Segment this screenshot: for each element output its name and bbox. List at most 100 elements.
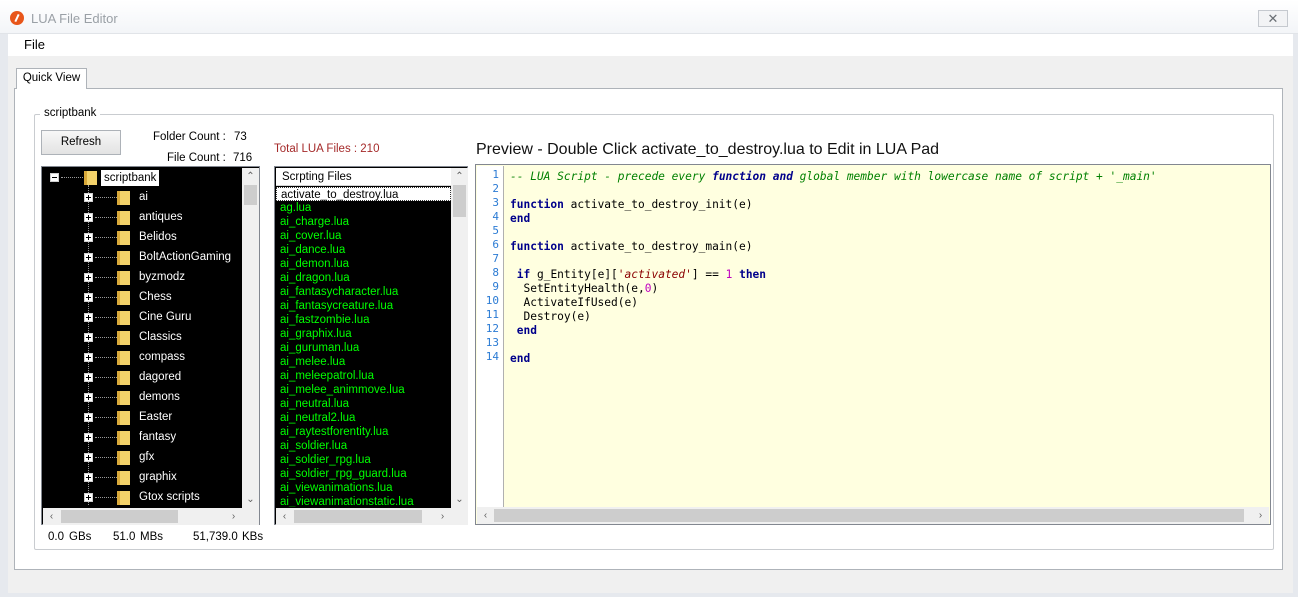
file-list-item[interactable]: ai_soldier_rpg_guard.lua [276,467,451,481]
tree-item[interactable]: Easter [43,408,242,428]
file-list[interactable]: activate_to_destroy.lua ag.lua ai_charge.l… [276,187,451,507]
tree-item[interactable]: BoltActionGaming [43,248,242,268]
close-button[interactable]: ✕ [1258,10,1288,27]
tree-item[interactable]: compass [43,348,242,368]
code-token: ] == [691,268,726,281]
tree-item[interactable]: Chess [43,288,242,308]
folder-icon [117,471,130,485]
tree-item[interactable]: Classics [43,328,242,348]
tree-item[interactable]: Belidos [43,228,242,248]
tree-connector [95,237,117,238]
scroll-right-icon[interactable]: › [1252,507,1269,524]
file-list-item[interactable]: ai_soldier.lua [276,439,451,453]
files-vertical-scrollbar[interactable]: ⌃ ⌄ [451,168,468,508]
expand-icon[interactable] [84,393,93,402]
file-list-item[interactable]: ai_charge.lua [276,215,451,229]
expand-icon[interactable] [84,453,93,462]
file-list-item[interactable]: ai_graphix.lua [276,327,451,341]
folder-icon [117,391,130,405]
tree-item[interactable]: graphix [43,468,242,488]
code-preview[interactable]: 1 2 3 4 5 6 7 8 9 10 11 12 13 14 -- LUA Script - prec… [475,164,1271,525]
code-line: end [510,212,530,226]
expand-icon[interactable] [84,353,93,362]
scroll-right-icon[interactable]: › [225,508,242,525]
tree-item[interactable]: antiques [43,208,242,228]
tree-item[interactable]: dagored [43,368,242,388]
scroll-right-icon[interactable]: › [434,508,451,525]
file-list-item[interactable]: ai_demon.lua [276,257,451,271]
file-list-item[interactable]: ai_melee.lua [276,355,451,369]
expand-icon[interactable] [84,433,93,442]
file-list-item[interactable]: ai_viewanimationstatic.lua [276,495,451,507]
expand-icon[interactable] [84,273,93,282]
tree-connector [95,477,117,478]
file-list-item[interactable]: ai_dance.lua [276,243,451,257]
menu-file[interactable]: File [24,37,45,52]
file-list-item[interactable]: ai_guruman.lua [276,341,451,355]
tree-item-label: BoltActionGaming [139,251,232,263]
file-list-item[interactable]: ai_fastzombie.lua [276,313,451,327]
tree-connector [95,497,117,498]
expand-icon[interactable] [84,193,93,202]
file-list-item[interactable]: ai_meleepatrol.lua [276,369,451,383]
tree-item-label: Chess [139,291,172,303]
title-bar: LUA File Editor ✕ [0,0,1298,34]
file-list-item[interactable]: ai_fantasycreature.lua [276,299,451,313]
scroll-left-icon[interactable]: ‹ [43,508,60,525]
tree-item[interactable]: Cine Guru [43,308,242,328]
files-horizontal-scrollbar[interactable]: ‹ › [276,508,451,525]
tree-item[interactable]: Gtox scripts [43,488,242,508]
file-list-item[interactable]: ai_soldier_rpg.lua [276,453,451,467]
expand-icon[interactable] [84,333,93,342]
expand-icon[interactable] [84,413,93,422]
tree-item[interactable]: gfx [43,448,242,468]
tree-vertical-scrollbar[interactable]: ⌃ ⌄ [242,168,259,508]
file-list-item[interactable]: activate_to_destroy.lua [276,187,451,201]
scroll-up-icon[interactable]: ⌃ [451,168,468,185]
scroll-up-icon[interactable]: ⌃ [242,168,259,185]
file-list-item[interactable]: ag.lua [276,201,451,215]
code-content[interactable]: -- LUA Script - precede every function a… [510,166,1270,507]
file-list-item[interactable]: ai_melee_animmove.lua [276,383,451,397]
expand-icon[interactable] [84,233,93,242]
expand-icon[interactable] [84,493,93,502]
scripting-files-box[interactable]: Scrpting Files activate_to_destroy.lua ag… [274,166,468,525]
tree-hscroll-thumb[interactable] [61,510,178,523]
tree-root[interactable]: scriptbank [43,168,242,188]
file-list-item[interactable]: ai_dragon.lua [276,271,451,285]
refresh-button[interactable]: Refresh [41,130,121,155]
collapse-icon[interactable] [50,173,59,182]
tree-item[interactable]: byzmodz [43,268,242,288]
expand-icon[interactable] [84,313,93,322]
tree-item[interactable]: fantasy [43,428,242,448]
tree-item-label: Belidos [139,231,177,243]
tree-horizontal-scrollbar[interactable]: ‹ › [43,508,242,525]
tree-vscroll-thumb[interactable] [244,185,257,205]
files-vscroll-thumb[interactable] [453,185,466,217]
file-list-item[interactable]: ai_fantasycharacter.lua [276,285,451,299]
folder-icon [117,491,130,505]
expand-icon[interactable] [84,473,93,482]
file-list-item[interactable]: ai_neutral2.lua [276,411,451,425]
tree-item[interactable]: demons [43,388,242,408]
expand-icon[interactable] [84,373,93,382]
tree-item[interactable]: ai [43,188,242,208]
file-list-item[interactable]: ai_neutral.lua [276,397,451,411]
file-list-item[interactable]: ai_cover.lua [276,229,451,243]
scroll-down-icon[interactable]: ⌄ [242,491,259,508]
tab-quick-view[interactable]: Quick View [16,68,87,89]
code-hscroll-thumb[interactable] [494,509,1244,522]
files-hscroll-thumb[interactable] [294,510,422,523]
expand-icon[interactable] [84,253,93,262]
scroll-left-icon[interactable]: ‹ [276,508,293,525]
size-mbs-unit: MBs [140,531,163,543]
file-list-item[interactable]: ai_raytestforentity.lua [276,425,451,439]
folder-tree[interactable]: scriptbank ai antiques Belidos BoltActionGam… [41,166,260,525]
code-horizontal-scrollbar[interactable]: ‹ › [477,507,1269,524]
line-number: 2 [492,182,499,195]
expand-icon[interactable] [84,293,93,302]
file-list-item[interactable]: ai_viewanimations.lua [276,481,451,495]
scroll-down-icon[interactable]: ⌄ [451,491,468,508]
expand-icon[interactable] [84,213,93,222]
scroll-left-icon[interactable]: ‹ [477,507,494,524]
